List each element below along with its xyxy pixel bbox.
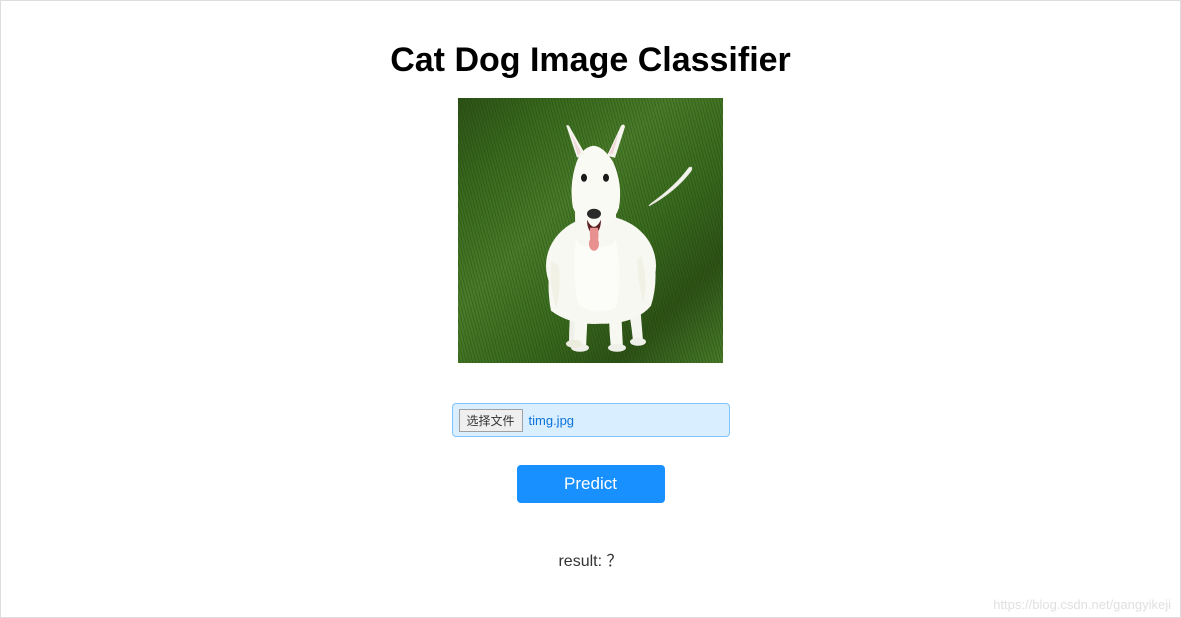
main-container: Cat Dog Image Classifier	[0, 0, 1181, 618]
predict-button[interactable]: Predict	[517, 465, 665, 503]
file-input[interactable]: 选择文件 timg.jpg	[452, 403, 730, 437]
image-preview	[458, 98, 723, 363]
dog-image	[481, 115, 701, 355]
selected-filename: timg.jpg	[529, 413, 575, 428]
result-text: result: ？	[558, 547, 622, 571]
result-value: ？	[607, 553, 623, 570]
choose-file-button[interactable]: 选择文件	[459, 409, 523, 432]
result-label: result:	[558, 553, 602, 570]
page-title: Cat Dog Image Classifier	[390, 41, 791, 80]
